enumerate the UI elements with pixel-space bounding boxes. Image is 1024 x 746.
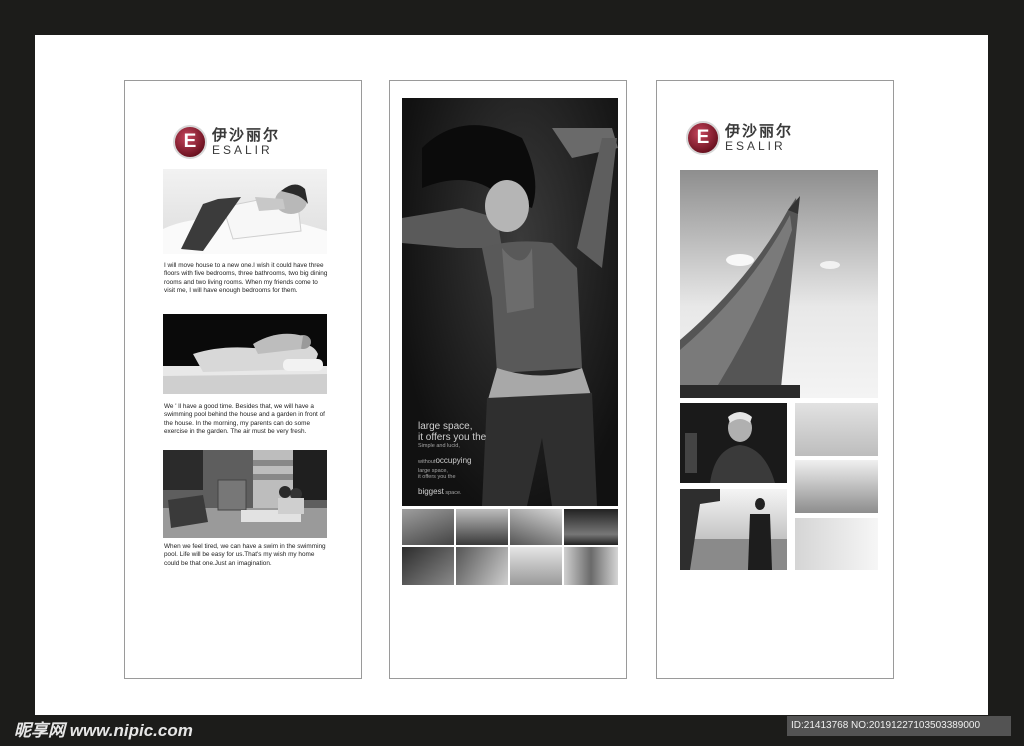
thumb-1 [402,509,454,545]
paragraph-1: I will move house to a new one.I wish it… [164,262,328,294]
photo-living-room [163,450,327,538]
thumb-7 [510,547,562,585]
photo-interior-sofa [795,403,878,456]
thumb-4 [564,509,618,545]
slogan-mid-big: occupying [435,455,472,465]
photo-interior-chair [795,460,878,513]
paragraph-3: When we feel tired, we can have a swim i… [164,543,326,567]
middle-panel: large space, it offers you the Simple an… [389,80,627,679]
photo-man-on-bed [163,169,327,254]
slogan-line-1: large space, [418,421,473,432]
paragraph-2: We ' ll have a good time. Besides that, … [164,403,325,435]
photo-monument-tower [680,170,878,398]
brand-logo: E 伊沙丽尔 ESALIR [173,125,280,159]
logo-english-name: ESALIR [725,138,786,153]
watermark-site: 昵享网 www.nipic.com [14,721,193,740]
logo-chinese-name: 伊沙丽尔 [725,122,794,140]
slogan-last-big: biggest [418,486,444,496]
brand-logo-right: E 伊沙丽尔 ESALIR [686,121,793,155]
slogan-mid-prefix: without [418,458,436,465]
photo-bedroom-night [163,314,327,394]
slogan-overlay: large space, it offers you the Simple an… [418,421,486,499]
left-panel: E 伊沙丽尔 ESALIR I will move house to a new… [124,80,362,679]
logo-chinese-name: 伊沙丽尔 [212,126,281,144]
right-panel: E 伊沙丽尔 ESALIR [656,80,894,679]
thumb-6 [456,547,508,585]
photo-woman-dancing: large space, it offers you the Simple an… [402,98,618,506]
photo-elderly-man [680,403,787,483]
slogan-last-small: space. [443,489,462,496]
photo-interior-stairs [795,518,878,570]
slogan-line-2: it offers you the [418,432,487,443]
thumb-2 [456,509,508,545]
logo-mark-icon: E [686,121,720,155]
logo-english-name: ESALIR [212,142,273,157]
logo-mark-icon: E [173,125,207,159]
thumb-8 [564,547,618,585]
thumb-3 [510,509,562,545]
watermark-id: ID:21413768 NO:20191227103503389000 [787,716,1011,736]
thumb-5 [402,547,454,585]
photo-man-standing [680,489,787,570]
